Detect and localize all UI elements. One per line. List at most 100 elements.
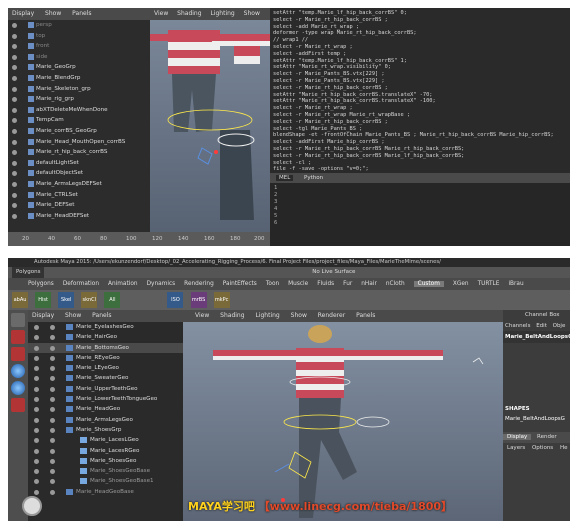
outliner-item[interactable]: Marie_EyelashesGeo [28, 322, 183, 332]
visibility-dot-icon[interactable] [50, 376, 55, 382]
visibility-dot-icon[interactable] [34, 479, 39, 485]
shelf-icon[interactable]: mrBS [190, 292, 207, 308]
outliner-item[interactable]: Marie_LowerTeethTongueGeo [28, 394, 183, 404]
visibility-dot-icon[interactable] [50, 417, 55, 423]
lasso-tool-icon[interactable] [11, 330, 25, 344]
menu-panels[interactable]: Panels [92, 312, 111, 319]
outliner-item[interactable]: side [8, 52, 150, 63]
tab-display[interactable]: Display [503, 434, 532, 440]
outliner-item[interactable]: Marie_SweaterGeo [28, 373, 183, 383]
cb-menu-object[interactable]: Obje [553, 323, 566, 329]
outliner-item[interactable]: Marie_HeadDEFSet [8, 211, 150, 222]
outliner-item[interactable]: abXTDeleteMeWhenDone [8, 105, 150, 116]
visibility-dot-icon[interactable] [50, 489, 55, 495]
visibility-dot-icon[interactable] [34, 469, 39, 475]
outliner-item[interactable]: Marie_REyeGeo [28, 353, 183, 363]
menu-display[interactable]: Display [32, 312, 54, 319]
outliner-item[interactable]: Marie_Head_MouthOpen_corrBS [8, 137, 150, 148]
visibility-dot-icon[interactable] [12, 203, 17, 209]
outliner-item[interactable]: Marie_ArmsLegsGeo [28, 415, 183, 425]
vp-menu-show[interactable]: Show [291, 312, 307, 319]
mode-selector[interactable]: Polygons [12, 267, 45, 278]
visibility-dot-icon[interactable] [50, 427, 55, 433]
visibility-dot-icon[interactable] [50, 448, 55, 454]
shelf-icon[interactable]: Hist [35, 292, 52, 308]
shelf-tab[interactable]: Polygons [28, 281, 54, 287]
viewport-bottom[interactable]: View Shading Lighting Show Renderer Pane… [183, 310, 503, 521]
visibility-dot-icon[interactable] [12, 118, 17, 124]
visibility-dot-icon[interactable] [34, 355, 39, 361]
visibility-dot-icon[interactable] [50, 345, 55, 351]
vp-menu-lighting[interactable]: Lighting [210, 10, 234, 17]
visibility-dot-icon[interactable] [50, 479, 55, 485]
select-tool-icon[interactable] [11, 313, 25, 327]
tab-mel[interactable]: MEL [276, 175, 294, 181]
visibility-dot-icon[interactable] [12, 65, 17, 71]
visibility-dot-icon[interactable] [34, 427, 39, 433]
visibility-dot-icon[interactable] [50, 458, 55, 464]
shelf-tab[interactable]: XGen [453, 281, 469, 287]
visibility-dot-icon[interactable] [12, 128, 17, 134]
visibility-dot-icon[interactable] [12, 44, 17, 50]
visibility-dot-icon[interactable] [34, 325, 39, 330]
visibility-dot-icon[interactable] [50, 366, 55, 372]
visibility-dot-icon[interactable] [34, 366, 39, 372]
shelf-icon[interactable]: Skel [58, 292, 75, 308]
outliner-item[interactable]: Marie_LacesRGeo [28, 446, 183, 456]
visibility-dot-icon[interactable] [34, 335, 39, 341]
cb-menu-edit[interactable]: Edit [536, 323, 547, 329]
visibility-dot-icon[interactable] [12, 33, 17, 39]
outliner-item[interactable]: Marie_ShoesGeo [28, 456, 183, 466]
tab-python[interactable]: Python [304, 175, 323, 181]
visibility-dot-icon[interactable] [50, 407, 55, 413]
visibility-dot-icon[interactable] [50, 355, 55, 361]
viewport-top[interactable]: View Shading Lighting Show [150, 8, 270, 232]
shelf-icon[interactable]: sknCl [81, 292, 98, 308]
paint-select-icon[interactable] [11, 347, 25, 361]
outliner-item[interactable]: Marie_Skeleton_grp [8, 84, 150, 95]
time-slider[interactable]: 20 40 60 80 100 120 140 160 180 200 [8, 232, 270, 246]
outliner-item[interactable]: front [8, 41, 150, 52]
shelf-tab[interactable]: Rendering [184, 281, 214, 287]
visibility-dot-icon[interactable] [12, 54, 17, 60]
visibility-dot-icon[interactable] [12, 213, 17, 219]
visibility-dot-icon[interactable] [34, 489, 39, 495]
shelf-icon[interactable]: ISO [167, 292, 184, 308]
layer-menu-options[interactable]: Options [532, 445, 553, 451]
outliner-item[interactable]: Marie_HairGeo [28, 332, 183, 342]
visibility-dot-icon[interactable] [50, 469, 55, 475]
visibility-dot-icon[interactable] [34, 438, 39, 444]
outliner-item[interactable]: TempCam [8, 115, 150, 126]
visibility-dot-icon[interactable] [50, 386, 55, 392]
script-input[interactable]: 123456 [270, 183, 570, 246]
visibility-dot-icon[interactable] [34, 417, 39, 423]
scale-tool-icon[interactable] [11, 398, 25, 412]
outliner-item[interactable]: Marie_ShoesGeoBase1 [28, 476, 183, 486]
outliner-item[interactable]: Marie_ArmsLegsDEFSet [8, 179, 150, 190]
outliner-item[interactable]: Marie_BlendGrp [8, 73, 150, 84]
visibility-dot-icon[interactable] [34, 345, 39, 351]
shelf-tab[interactable]: Animation [108, 281, 138, 287]
vp-menu-lighting[interactable]: Lighting [255, 312, 279, 319]
outliner-item[interactable]: Marie_LacesLGeo [28, 435, 183, 445]
visibility-dot-icon[interactable] [12, 107, 17, 113]
outliner-item[interactable]: top [8, 31, 150, 42]
shelf-tab[interactable]: Fluids [317, 281, 334, 287]
visibility-dot-icon[interactable] [12, 160, 17, 166]
outliner-item[interactable]: Marie_corrBS_GeoGrp [8, 126, 150, 137]
visibility-dot-icon[interactable] [12, 23, 17, 28]
outliner-item[interactable]: Marie_LEyeGeo [28, 363, 183, 373]
outliner-item[interactable]: Marie_DEFSet [8, 200, 150, 211]
shelf-tab[interactable]: Toon [266, 281, 279, 287]
shelf-icon[interactable]: All [104, 292, 121, 308]
outliner-item[interactable]: Marie_GeoGrp [8, 62, 150, 73]
shelf-tab[interactable]: Custom [413, 281, 444, 287]
layer-menu-layers[interactable]: Layers [507, 445, 525, 451]
menu-show[interactable]: Show [65, 312, 81, 319]
outliner-item[interactable]: Marie_ShoesGrp [28, 425, 183, 435]
shelf-tab[interactable]: PaintEffects [223, 281, 257, 287]
visibility-dot-icon[interactable] [12, 75, 17, 81]
outliner-item[interactable]: defaultLightSet [8, 158, 150, 169]
shelf-tab[interactable]: Muscle [288, 281, 308, 287]
visibility-dot-icon[interactable] [12, 150, 17, 156]
